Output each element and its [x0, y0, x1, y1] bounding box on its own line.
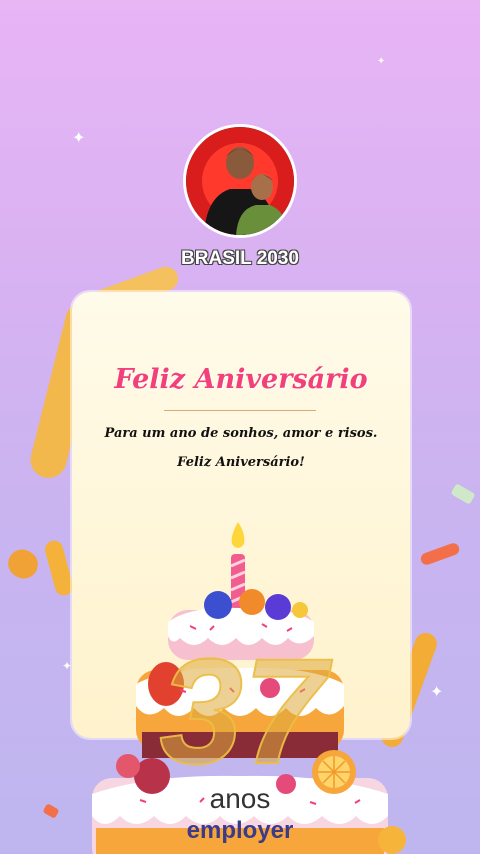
card-divider	[164, 410, 316, 411]
confetti-decoration	[450, 483, 476, 505]
age-unit: anos	[209, 783, 271, 814]
profile-photo-icon	[186, 127, 294, 235]
profile-avatar[interactable]	[183, 124, 297, 238]
card-title: Feliz Aniversário	[114, 364, 368, 395]
watermark-logo: employer	[186, 817, 294, 844]
age-number: 37	[159, 627, 328, 795]
card-message-line2: Feliz Aniversário!	[177, 455, 305, 470]
profile-name: BRASIL 2030	[181, 248, 299, 269]
card-message-line1: Para um ano de sonhos, amor e risos.	[104, 426, 378, 441]
sparkle-icon: ✦	[377, 56, 386, 67]
sparkle-icon: ✦	[72, 128, 86, 147]
